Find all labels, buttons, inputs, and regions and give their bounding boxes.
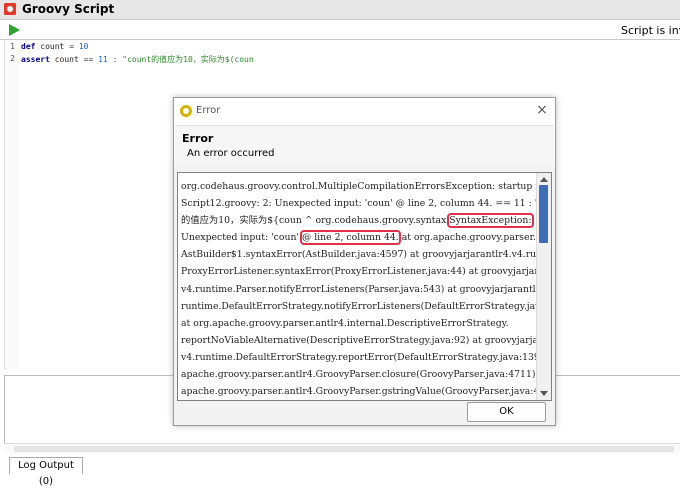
groovy-script-icon bbox=[4, 3, 16, 15]
error-message-text: org.codehaus.groovy.control.MultipleComp… bbox=[181, 178, 552, 401]
line-number: 1 bbox=[10, 42, 15, 51]
dialog-title: Error bbox=[196, 105, 221, 116]
scrollbar-thumb[interactable] bbox=[14, 446, 674, 452]
message-line: AstBuilder$1.syntaxError(AstBuilder.java… bbox=[181, 249, 552, 261]
code-text: def count = 10 bbox=[21, 42, 89, 51]
code-text: assert count == 11 : "count的值应为10，实际为$(c… bbox=[21, 55, 254, 64]
message-line: ProxyErrorListener.syntaxError(ProxyErro… bbox=[181, 266, 552, 278]
highlighted-text: SyntaxException: bbox=[447, 213, 534, 229]
script-status: Script is invol bbox=[621, 24, 680, 37]
horizontal-scrollbar[interactable] bbox=[4, 443, 680, 454]
message-line: at org.apache.groovy.parser.antlr4.Groov… bbox=[181, 400, 535, 401]
error-message-box[interactable]: org.codehaus.groovy.control.MultipleComp… bbox=[177, 172, 552, 401]
error-dialog: Error × Error An error occurred org.code… bbox=[173, 97, 556, 426]
message-line: Script12.groovy: 2: Unexpected input: 'c… bbox=[181, 198, 552, 210]
close-icon[interactable]: × bbox=[535, 103, 549, 117]
message-line: v4.runtime.Parser.notifyErrorListeners(P… bbox=[181, 283, 552, 295]
ok-button[interactable]: OK bbox=[467, 402, 546, 422]
vertical-scrollbar[interactable] bbox=[536, 173, 551, 400]
message-line: at org.apache.groovy.parser.antlr4.inter… bbox=[181, 317, 509, 329]
dialog-titlebar: Error × bbox=[174, 98, 555, 124]
play-icon bbox=[9, 24, 20, 36]
message-line: v4.runtime.DefaultErrorStrategy.reportEr… bbox=[181, 351, 552, 363]
highlighted-text: @ line 2, column 44. bbox=[299, 230, 401, 246]
scroll-down-icon[interactable] bbox=[540, 391, 548, 396]
message-line: Unexpected input: 'coun' @ line 2, colum… bbox=[181, 230, 552, 246]
error-icon bbox=[180, 105, 192, 117]
message-line: runtime.DefaultErrorStrategy.notifyError… bbox=[181, 300, 552, 312]
message-line: reportNoViableAlternative(DescriptiveErr… bbox=[181, 334, 552, 346]
dialog-subheading: An error occurred bbox=[187, 148, 275, 159]
dialog-header: Error An error occurred bbox=[175, 125, 554, 168]
message-line: apache.groovy.parser.antlr4.GroovyParser… bbox=[181, 386, 552, 398]
scrollbar-thumb[interactable] bbox=[539, 185, 548, 243]
tab-log-output[interactable]: Log Output (0) bbox=[9, 457, 83, 487]
run-button[interactable] bbox=[3, 21, 20, 37]
dialog-body: org.codehaus.groovy.control.MultipleComp… bbox=[174, 166, 555, 425]
toolbar: Script is invol bbox=[0, 20, 680, 40]
line-gutter bbox=[5, 40, 19, 370]
scroll-up-icon[interactable] bbox=[540, 177, 548, 182]
line-number: 2 bbox=[10, 54, 15, 63]
window-title: Groovy Script bbox=[22, 2, 115, 16]
window-titlebar: Groovy Script bbox=[0, 0, 680, 20]
message-line: org.codehaus.groovy.control.MultipleComp… bbox=[181, 181, 552, 192]
dialog-heading: Error bbox=[182, 132, 214, 145]
message-line: apache.groovy.parser.antlr4.GroovyParser… bbox=[181, 369, 552, 381]
message-line: 的值应为10，实际为${coun ^ org.codehaus.groovy.s… bbox=[181, 213, 534, 229]
